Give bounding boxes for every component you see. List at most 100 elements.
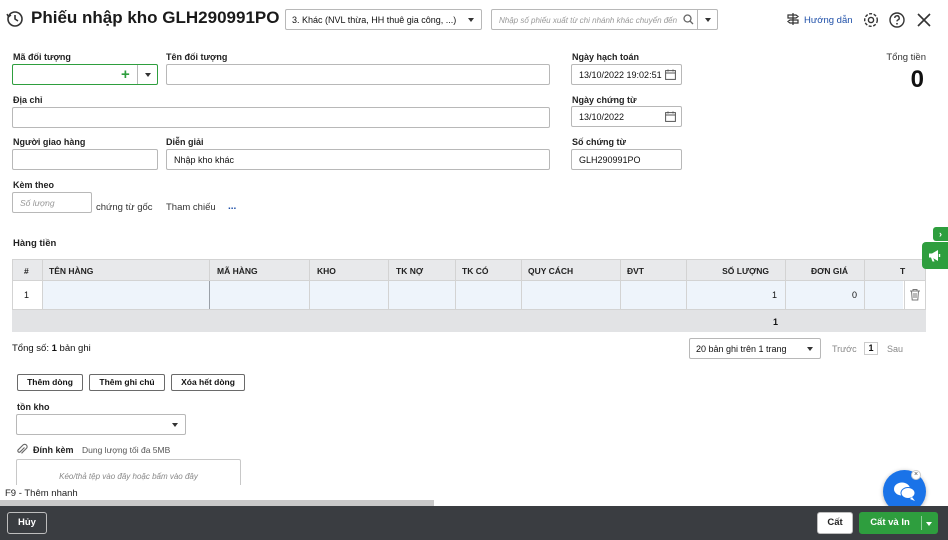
summary-so-luong: 1 (772, 317, 778, 327)
ngay-chung-tu-label: Ngày chứng từ (572, 95, 637, 105)
chevron-down-icon (807, 347, 813, 351)
save-button[interactable]: Cất (817, 512, 853, 534)
dien-giai-input[interactable]: Nhập kho khác (166, 149, 550, 170)
ten-doi-tuong-input[interactable] (166, 64, 550, 85)
guide-link[interactable]: Hướng dẫn (786, 12, 853, 29)
guide-label: Hướng dẫn (804, 15, 853, 26)
cell-so-luong[interactable]: 1 (772, 290, 777, 300)
col-thanh-tien: T (900, 266, 906, 276)
chevron-down-icon (468, 18, 474, 22)
chevron-down-icon[interactable] (145, 73, 151, 77)
transfer-search-input[interactable]: Nhập số phiếu xuất từ chi nhánh khác chu… (491, 9, 718, 30)
col-divider (455, 281, 456, 309)
col-don-gia: ĐƠN GIÁ (810, 266, 848, 276)
col-divider (455, 260, 456, 280)
calendar-icon[interactable] (665, 111, 676, 125)
trash-icon[interactable] (909, 288, 921, 304)
tham-chieu-label: Tham chiếu (166, 202, 216, 213)
record-count-label: Tổng số: (12, 343, 52, 354)
footer-bar: Hủy Cất Cất và In (0, 506, 948, 540)
so-chung-tu-input[interactable]: GLH290991PO (571, 149, 682, 170)
next-page-button[interactable]: Sau (887, 344, 903, 354)
row-index: 1 (24, 290, 30, 300)
col-kho: KHO (317, 266, 336, 276)
ngay-hach-toan-input[interactable]: 13/10/2022 19:02:51 (571, 64, 682, 85)
col-dvt: ĐVT (627, 266, 644, 276)
announcement-button[interactable] (922, 242, 948, 269)
hang-tien-tab[interactable]: Hàng tiền (13, 238, 56, 249)
col-ten-hang: TÊN HÀNG (49, 266, 94, 276)
tong-tien-label: Tổng tiền (886, 52, 926, 63)
so-chung-tu-label: Số chứng từ (572, 137, 627, 147)
ma-doi-tuong-input[interactable]: + (12, 64, 158, 85)
table-row[interactable]: 1 1 0 (12, 281, 926, 310)
col-quy-cach: QUY CÁCH (528, 266, 574, 276)
chat-close-icon[interactable]: × (911, 470, 921, 480)
cell-don-gia[interactable]: 0 (852, 290, 857, 300)
chevron-down-icon[interactable] (926, 522, 932, 526)
col-divider (309, 260, 310, 280)
shortcut-hint: F9 - Thêm nhanh (5, 488, 78, 499)
page-size-select[interactable]: 20 bản ghi trên 1 trang (689, 338, 821, 359)
calendar-icon[interactable] (665, 69, 676, 83)
col-divider (904, 281, 905, 309)
prev-page-button[interactable]: Trước (832, 344, 857, 354)
add-row-button[interactable]: Thêm dòng (17, 374, 83, 391)
save-print-button[interactable]: Cất và In (859, 512, 938, 534)
ton-kho-select[interactable] (16, 414, 186, 435)
close-icon[interactable] (915, 11, 933, 29)
ma-doi-tuong-label: Mã đối tượng (13, 52, 71, 62)
chevron-down-icon[interactable] (705, 18, 711, 22)
voucher-type-select[interactable]: 3. Khác (NVL thừa, HH thuê gia công, ...… (285, 9, 482, 30)
col-tk-co: TK CÓ (462, 266, 489, 276)
dien-giai-label: Diễn giải (166, 137, 204, 147)
search-placeholder: Nhập số phiếu xuất từ chi nhánh khác chu… (499, 16, 678, 25)
ngay-chung-tu-value: 13/10/2022 (579, 112, 625, 122)
col-divider (209, 281, 210, 309)
add-icon[interactable]: + (121, 66, 130, 83)
page-title: Phiếu nhập kho GLH290991PO (31, 8, 280, 27)
nguoi-giao-hang-input[interactable] (12, 149, 158, 170)
guide-icon (786, 12, 800, 29)
table-header: # TÊN HÀNG MÃ HÀNG KHO TK NỢ TK CÓ QUY C… (12, 259, 926, 281)
help-icon[interactable] (888, 11, 906, 29)
voucher-type-value: 3. Khác (NVL thừa, HH thuê gia công, ...… (292, 15, 457, 25)
chat-icon (893, 481, 916, 505)
search-icon[interactable] (683, 14, 694, 28)
col-tk-no: TK NỢ (396, 266, 424, 276)
ngay-hach-toan-value: 13/10/2022 19:02:51 (579, 70, 662, 80)
ton-kho-label: tồn kho (17, 402, 50, 412)
current-page[interactable]: 1 (864, 342, 878, 355)
paperclip-icon (16, 443, 28, 459)
history-icon[interactable] (6, 10, 24, 28)
so-luong-placeholder: Số lượng (20, 198, 55, 208)
tham-chieu-more-link[interactable]: ... (228, 201, 236, 212)
delete-all-rows-button[interactable]: Xóa hết dòng (171, 374, 245, 391)
col-divider (209, 260, 210, 280)
col-index: # (24, 266, 29, 276)
col-divider (388, 260, 389, 280)
dien-giai-value: Nhập kho khác (174, 155, 235, 165)
ngay-chung-tu-input[interactable]: 13/10/2022 (571, 106, 682, 127)
add-note-button[interactable]: Thêm ghi chú (89, 374, 165, 391)
col-divider (388, 281, 389, 309)
gear-icon[interactable] (862, 11, 880, 29)
chung-tu-goc-text: chứng từ gốc (96, 202, 153, 213)
search-divider (697, 10, 698, 29)
dia-chi-input[interactable] (12, 107, 550, 128)
tong-tien-value: 0 (910, 66, 924, 93)
col-divider (521, 281, 522, 309)
col-divider (620, 260, 621, 280)
so-chung-tu-value: GLH290991PO (579, 155, 641, 165)
attachment-label: Đính kèm (33, 445, 74, 455)
megaphone-icon (928, 249, 942, 265)
expand-panel-icon[interactable]: › (933, 227, 948, 241)
button-divider (921, 516, 922, 530)
col-divider (864, 281, 865, 309)
kem-theo-label: Kèm theo (13, 180, 55, 190)
table-summary-row: 1 (12, 310, 926, 332)
cancel-button[interactable]: Hủy (7, 512, 47, 534)
so-luong-input[interactable]: Số lượng (12, 192, 92, 213)
col-divider (309, 281, 310, 309)
dia-chi-label: Địa chỉ (13, 95, 43, 105)
